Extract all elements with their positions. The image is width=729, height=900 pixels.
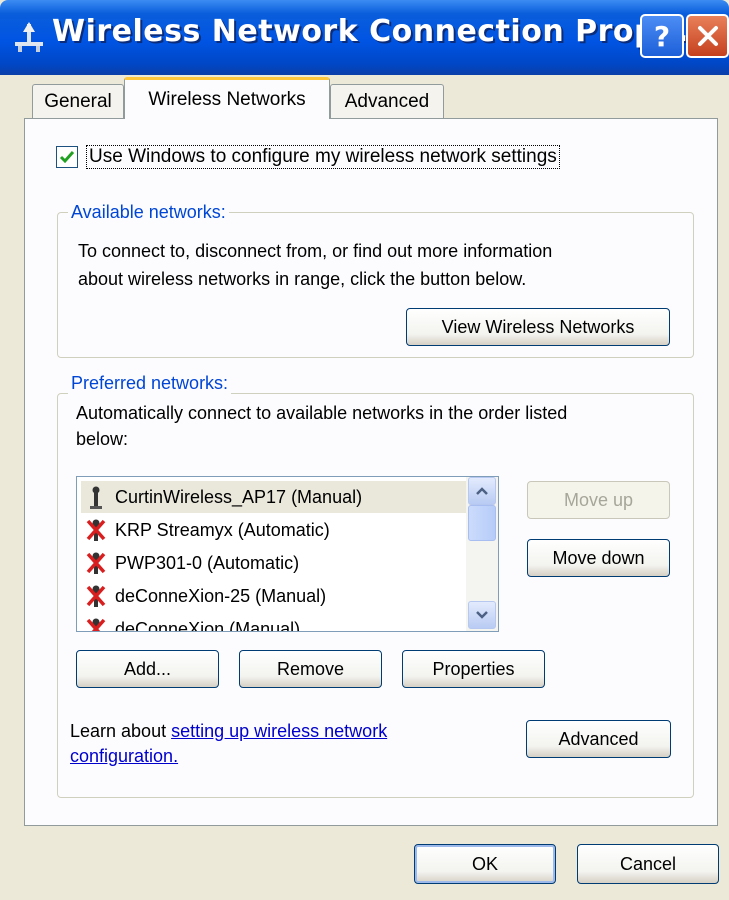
network-name: CurtinWireless_AP17 (Manual): [115, 486, 363, 507]
tab-general[interactable]: General: [32, 84, 124, 118]
setup-wireless-link[interactable]: setting up wireless network: [171, 721, 387, 741]
preferred-networks-legend: Preferred networks:: [68, 373, 232, 394]
network-connection-icon: [15, 22, 43, 52]
preferred-description-line2: below:: [76, 429, 129, 449]
help-icon: ?: [653, 19, 671, 53]
preferred-networks-list[interactable]: CurtinWireless_AP17 (Manual) KRP Streamy…: [76, 476, 499, 632]
move-down-button[interactable]: Move down: [527, 539, 670, 577]
properties-dialog: Wireless Network Connection Prope... ? G…: [0, 0, 729, 900]
network-unavailable-icon: [86, 519, 106, 541]
view-wireless-networks-button[interactable]: View Wireless Networks: [406, 308, 670, 346]
learn-about-text: Learn about setting up wireless network: [70, 718, 387, 745]
cancel-label: Cancel: [619, 853, 677, 874]
advanced-label: Advanced: [558, 728, 639, 749]
use-windows-checkbox[interactable]: [56, 146, 78, 168]
setup-wireless-link-continuation[interactable]: configuration.: [70, 746, 178, 767]
network-name: KRP Streamyx (Automatic): [115, 519, 330, 540]
scroll-thumb[interactable]: [468, 505, 496, 541]
remove-button[interactable]: Remove: [239, 650, 382, 688]
remove-label: Remove: [276, 658, 345, 679]
properties-label: Properties: [432, 658, 515, 679]
scroll-down-button[interactable]: [468, 601, 496, 629]
move-down-label: Move down: [552, 547, 645, 568]
checkmark-icon: [59, 151, 75, 164]
cancel-button[interactable]: Cancel: [577, 844, 719, 884]
use-windows-label[interactable]: Use Windows to configure my wireless net…: [86, 145, 560, 169]
title-bar[interactable]: Wireless Network Connection Prope... ?: [0, 0, 729, 75]
move-up-label: Move up: [563, 489, 634, 510]
window-title: Wireless Network Connection Prope...: [52, 14, 713, 49]
add-label: Add...: [123, 658, 172, 679]
learn-about-prefix: Learn about: [70, 721, 172, 741]
available-networks-legend: Available networks:: [68, 202, 229, 223]
tab-advanced[interactable]: Advanced: [330, 84, 444, 118]
list-item[interactable]: deConneXion-25 (Manual): [81, 580, 469, 612]
preferred-description-line1: Automatically connect to available netwo…: [76, 403, 568, 423]
advanced-button[interactable]: Advanced: [526, 720, 671, 758]
help-button[interactable]: ?: [640, 14, 684, 58]
network-unavailable-icon: [86, 552, 106, 574]
view-wireless-networks-label: View Wireless Networks: [441, 316, 635, 337]
available-description-line2: about wireless networks in range, click …: [78, 269, 527, 289]
scroll-up-button[interactable]: [468, 477, 496, 505]
network-unavailable-icon: [86, 618, 106, 631]
tab-label: Advanced: [344, 90, 430, 112]
network-name: deConneXion (Manual): [115, 618, 301, 632]
network-ap-icon: [90, 486, 102, 509]
use-windows-label-text: Use Windows to configure my wireless net…: [89, 146, 557, 167]
tab-label: Wireless Networks: [148, 88, 306, 110]
close-button[interactable]: [686, 14, 729, 58]
list-item[interactable]: KRP Streamyx (Automatic): [81, 514, 469, 546]
network-name: PWP301-0 (Automatic): [115, 552, 300, 573]
chevron-down-icon: [476, 611, 488, 619]
tab-label: General: [44, 90, 112, 112]
ok-label: OK: [471, 853, 498, 874]
move-up-button[interactable]: Move up: [527, 481, 670, 519]
network-unavailable-icon: [86, 585, 106, 607]
close-icon: [697, 26, 718, 46]
network-name: deConneXion-25 (Manual): [115, 585, 327, 606]
add-button[interactable]: Add...: [76, 650, 219, 688]
chevron-up-icon: [476, 487, 488, 495]
available-description-line1: To connect to, disconnect from, or find …: [78, 241, 553, 261]
list-scrollbar[interactable]: [466, 477, 498, 631]
properties-button[interactable]: Properties: [402, 650, 545, 688]
list-item[interactable]: deConneXion (Manual): [81, 613, 469, 632]
ok-button[interactable]: OK: [414, 844, 556, 884]
list-item[interactable]: PWP301-0 (Automatic): [81, 547, 469, 579]
list-item[interactable]: CurtinWireless_AP17 (Manual): [81, 481, 469, 513]
tab-wireless-networks[interactable]: Wireless Networks: [124, 77, 330, 119]
